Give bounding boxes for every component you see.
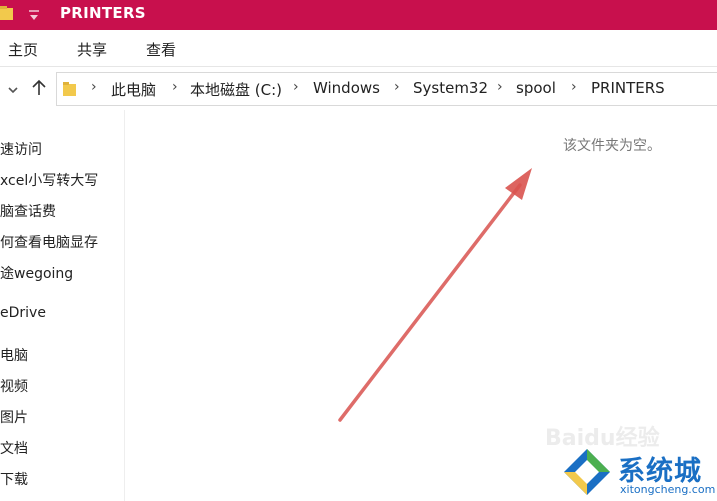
breadcrumb-separator[interactable]: › — [497, 79, 503, 95]
breadcrumb-this-pc[interactable]: 此电脑 — [111, 79, 156, 100]
breadcrumb-separator[interactable]: › — [293, 79, 299, 95]
brand-url: xitongcheng.com — [620, 483, 716, 496]
breadcrumb-separator[interactable]: › — [172, 79, 178, 95]
sidebar-item-vram[interactable]: 何查看电脑显存 — [0, 232, 124, 252]
sidebar-item-this-pc[interactable]: 电脑 — [0, 345, 124, 365]
sidebar-item-quick-access[interactable]: 速访问 — [0, 139, 124, 159]
chevron-down-icon[interactable] — [7, 81, 19, 94]
breadcrumb-spool[interactable]: spool — [516, 79, 556, 97]
sidebar-item-excel[interactable]: xcel小写转大写 — [0, 170, 124, 190]
breadcrumb-windows[interactable]: Windows — [313, 79, 380, 97]
sidebar-item-pictures[interactable]: 图片 — [0, 407, 124, 427]
navigation-pane: 速访问 xcel小写转大写 脑查话费 何查看电脑显存 途wegoing eDri… — [0, 110, 125, 501]
sidebar-item-videos[interactable]: 视频 — [0, 376, 124, 396]
tab-share[interactable]: 共享 — [77, 39, 107, 60]
navigation-row: › 此电脑 › 本地磁盘 (C:) › Windows › System32 ›… — [0, 67, 717, 109]
breadcrumb-separator[interactable]: › — [394, 79, 400, 95]
title-bar[interactable]: PRINTERS — [0, 0, 717, 30]
sidebar-item-downloads[interactable]: 下载 — [0, 469, 124, 489]
window-title: PRINTERS — [60, 4, 146, 22]
breadcrumb-separator[interactable]: › — [91, 79, 97, 95]
file-explorer-window: PRINTERS 主页 共享 查看 › 此电脑 › 本地磁盘 (C:) › Wi… — [0, 0, 717, 501]
breadcrumb-printers[interactable]: PRINTERS — [591, 79, 665, 97]
sidebar-item-wegoing[interactable]: 途wegoing — [0, 263, 124, 283]
tab-view[interactable]: 查看 — [146, 39, 176, 60]
folder-icon — [0, 6, 14, 21]
diamond-logo-icon — [564, 449, 610, 495]
sidebar-item-onedrive[interactable]: eDrive — [0, 305, 124, 321]
brand-logo: 系统城 xitongcheng.com — [562, 445, 717, 501]
quick-access-toolbar-icon[interactable] — [28, 7, 40, 21]
tab-home[interactable]: 主页 — [8, 39, 38, 60]
empty-folder-message: 该文件夹为空。 — [563, 138, 661, 154]
breadcrumb-separator[interactable]: › — [571, 79, 577, 95]
breadcrumb-system32[interactable]: System32 — [413, 79, 488, 97]
breadcrumb-local-disk[interactable]: 本地磁盘 (C:) — [190, 79, 282, 100]
sidebar-item-phone-bill[interactable]: 脑查话费 — [0, 201, 124, 221]
sidebar-item-documents[interactable]: 文档 — [0, 438, 124, 458]
arrow-up-icon[interactable] — [31, 78, 47, 96]
address-bar[interactable]: › 此电脑 › 本地磁盘 (C:) › Windows › System32 ›… — [56, 72, 717, 106]
folder-icon — [63, 81, 77, 97]
ribbon-tabs: 主页 共享 查看 — [0, 30, 717, 67]
